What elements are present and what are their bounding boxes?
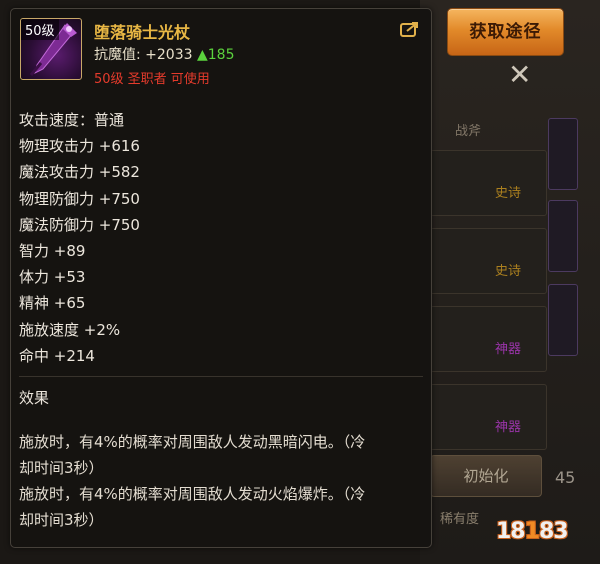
stat-line: 物理防御力 +750: [19, 189, 140, 208]
effect-title: 效果: [19, 389, 50, 407]
divider: [19, 376, 423, 377]
stat-line: 物理攻击力 +616: [19, 137, 140, 156]
effect-line: 施放时，有4%的概率对周围敌人发动黑暗闪电。（冷: [19, 433, 366, 451]
rarity-tag: 史诗: [495, 186, 522, 201]
requirement-text: 50级 圣职者 可使用: [94, 72, 210, 87]
background-tab[interactable]: 战斧: [455, 120, 481, 139]
rarity-tag: 史诗: [495, 264, 522, 279]
effect-line: 却时间3秒）: [19, 511, 104, 529]
resist-value: +2033: [145, 47, 193, 63]
side-number: 45: [555, 468, 576, 487]
resist-label: 抗魔值:: [94, 47, 141, 63]
resist-value-line: 抗魔值: +2033 ▲185: [94, 44, 234, 64]
effect-description: 施放时，有4%的概率对周围敌人发动黑暗闪电。（冷 却时间3秒） 施放时，有4%的…: [19, 429, 415, 533]
item-name: 堕落骑士光杖: [94, 23, 191, 42]
stat-line: 攻击速度：普通: [19, 111, 125, 129]
stat-line: 智力 +89: [19, 242, 86, 261]
stats-list: 攻击速度：普通 物理攻击力 +616 魔法攻击力 +582 物理防御力 +750…: [19, 107, 140, 369]
item-level-badge: 50级: [21, 19, 59, 40]
get-source-button[interactable]: 获取途径: [447, 8, 564, 56]
equipment-slot[interactable]: [548, 284, 578, 356]
stat-line: 命中 +214: [19, 346, 95, 365]
rarity-tag: 神器: [495, 342, 522, 357]
equipment-slot[interactable]: [548, 118, 578, 190]
stat-line: 魔法防御力 +750: [19, 215, 140, 234]
site-watermark-logo: 18183: [496, 519, 569, 544]
watermark-part: 1: [524, 519, 540, 544]
background-list-item[interactable]: [430, 228, 547, 294]
stat-line: 体力 +53: [19, 268, 86, 287]
stat-line: 精神 +65: [19, 294, 86, 313]
stat-line: 施放速度 +2%: [19, 320, 121, 339]
background-list-item[interactable]: [430, 384, 547, 450]
equipment-slot[interactable]: [548, 200, 578, 272]
initialize-button[interactable]: 初始化: [430, 455, 542, 497]
watermark-part: 83: [538, 519, 569, 544]
close-x-icon[interactable]: ✕: [508, 58, 531, 91]
watermark-part: 18: [496, 519, 526, 544]
rarity-label: 稀有度: [440, 512, 480, 527]
effect-line: 却时间3秒）: [19, 459, 104, 477]
staff-item-icon: 50级: [20, 18, 82, 80]
effect-line: 施放时，有4%的概率对周围敌人发动火焰爆炸。（冷: [19, 485, 366, 503]
background-list-item[interactable]: [430, 306, 547, 372]
resist-delta: ▲185: [196, 47, 235, 63]
background-list-item[interactable]: [430, 150, 547, 216]
stat-line: 魔法攻击力 +582: [19, 163, 140, 182]
share-icon[interactable]: [400, 21, 420, 37]
rarity-tag: 神器: [495, 420, 522, 435]
item-tooltip: 50级 堕落骑士光杖 抗魔值: +2033 ▲185 50级 圣职者 可使用 攻…: [10, 8, 432, 548]
